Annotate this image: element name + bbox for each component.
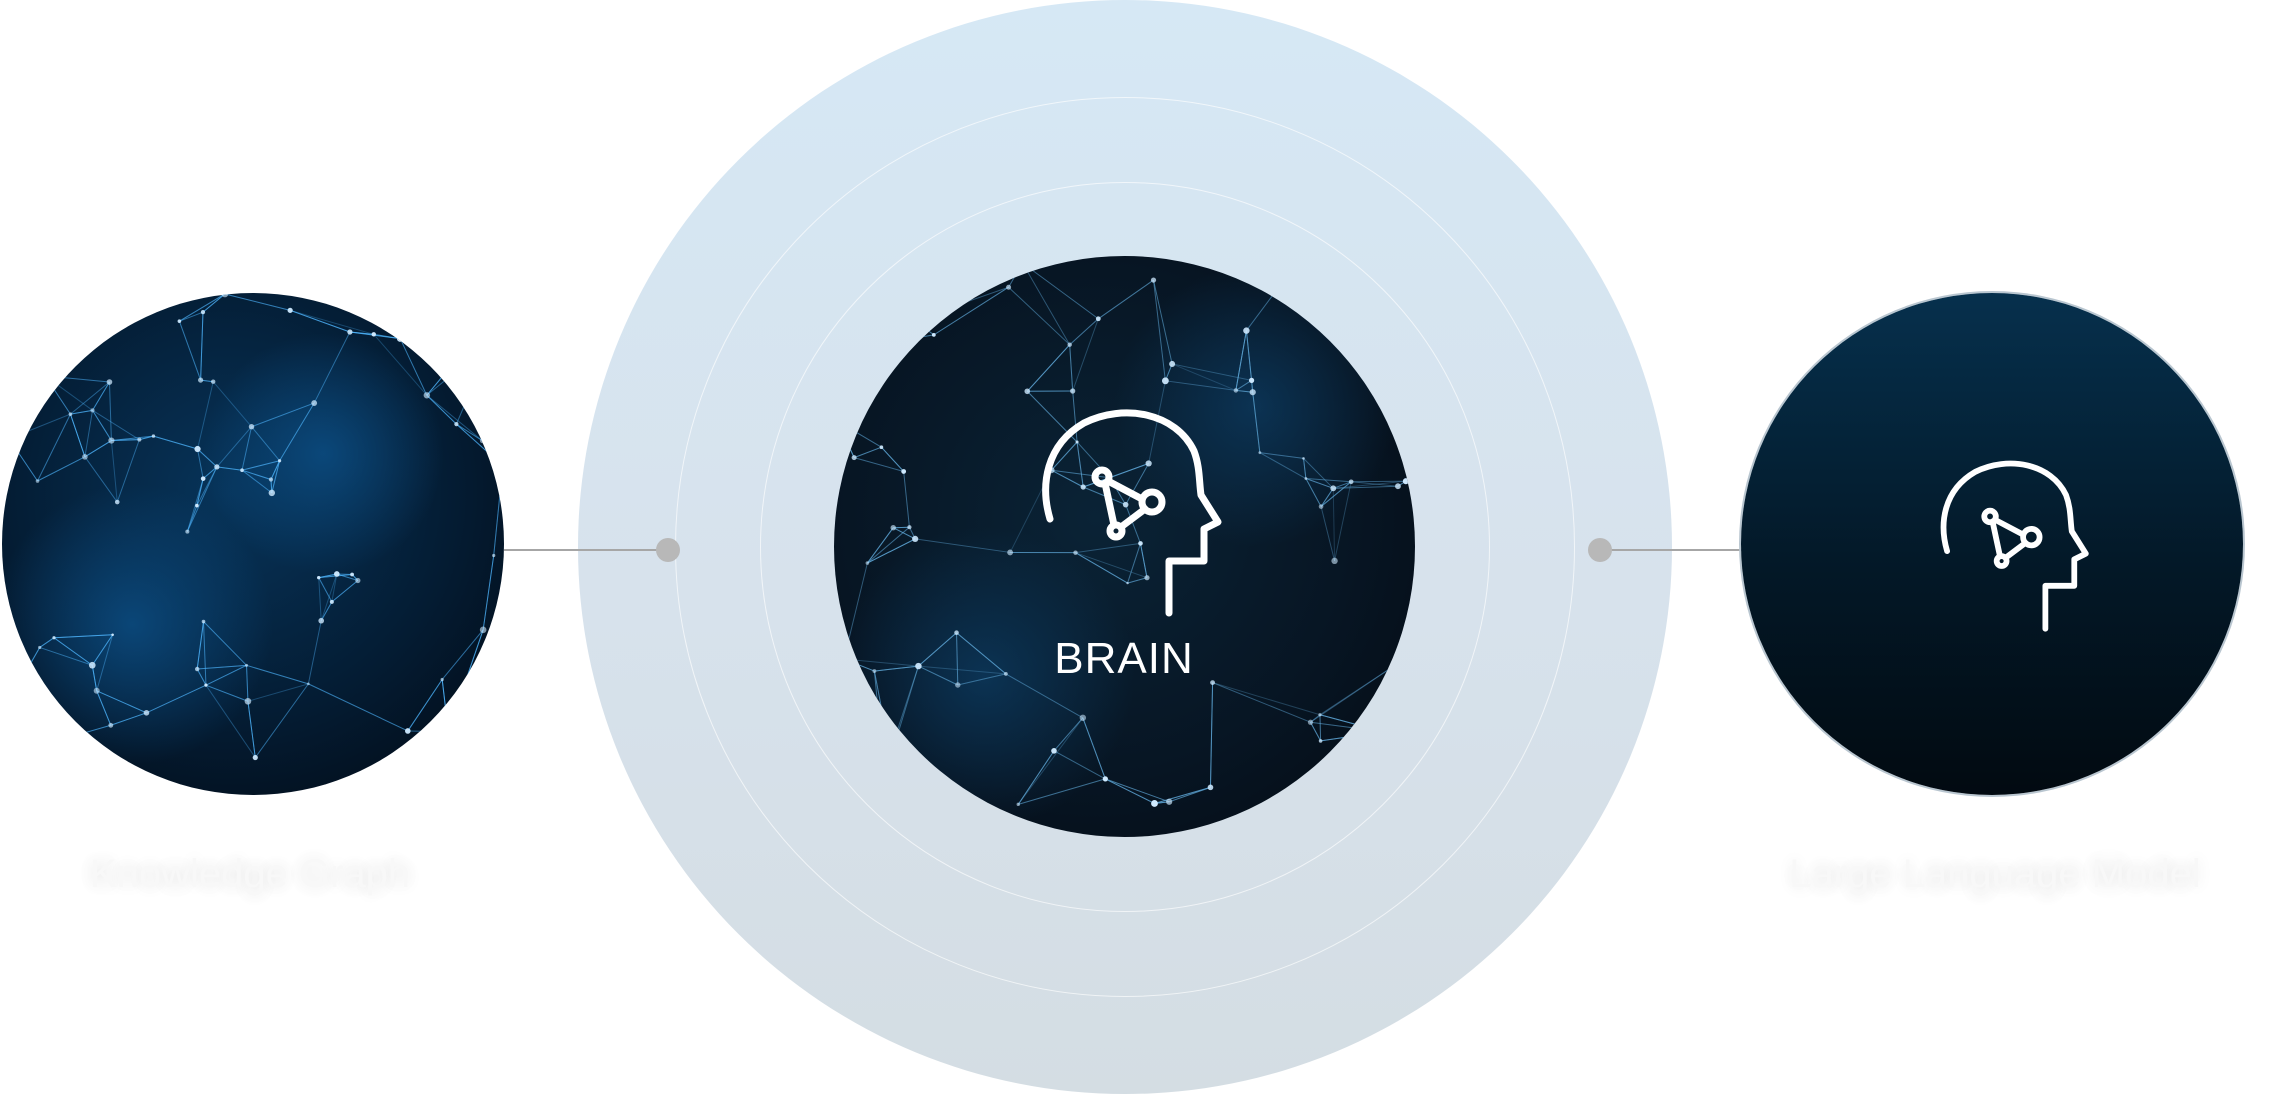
diagram-canvas: BRAIN Knowledge Graph Large Language Mod…: [0, 0, 2270, 1088]
brain-label: BRAIN: [1024, 634, 1224, 684]
connector-right-dot: [1588, 538, 1612, 562]
head-network-icon: [1934, 457, 2094, 637]
knowledge-graph-caption: Knowledge Graph: [20, 852, 480, 897]
knowledge-graph-node: [2, 293, 504, 795]
large-language-model-caption: Large Language Model: [1735, 852, 2255, 897]
connector-right: [1600, 549, 1742, 551]
network-image: [2, 293, 504, 795]
connector-left: [504, 549, 668, 551]
connector-left-dot: [656, 538, 680, 562]
head-network-icon: [1036, 405, 1226, 623]
